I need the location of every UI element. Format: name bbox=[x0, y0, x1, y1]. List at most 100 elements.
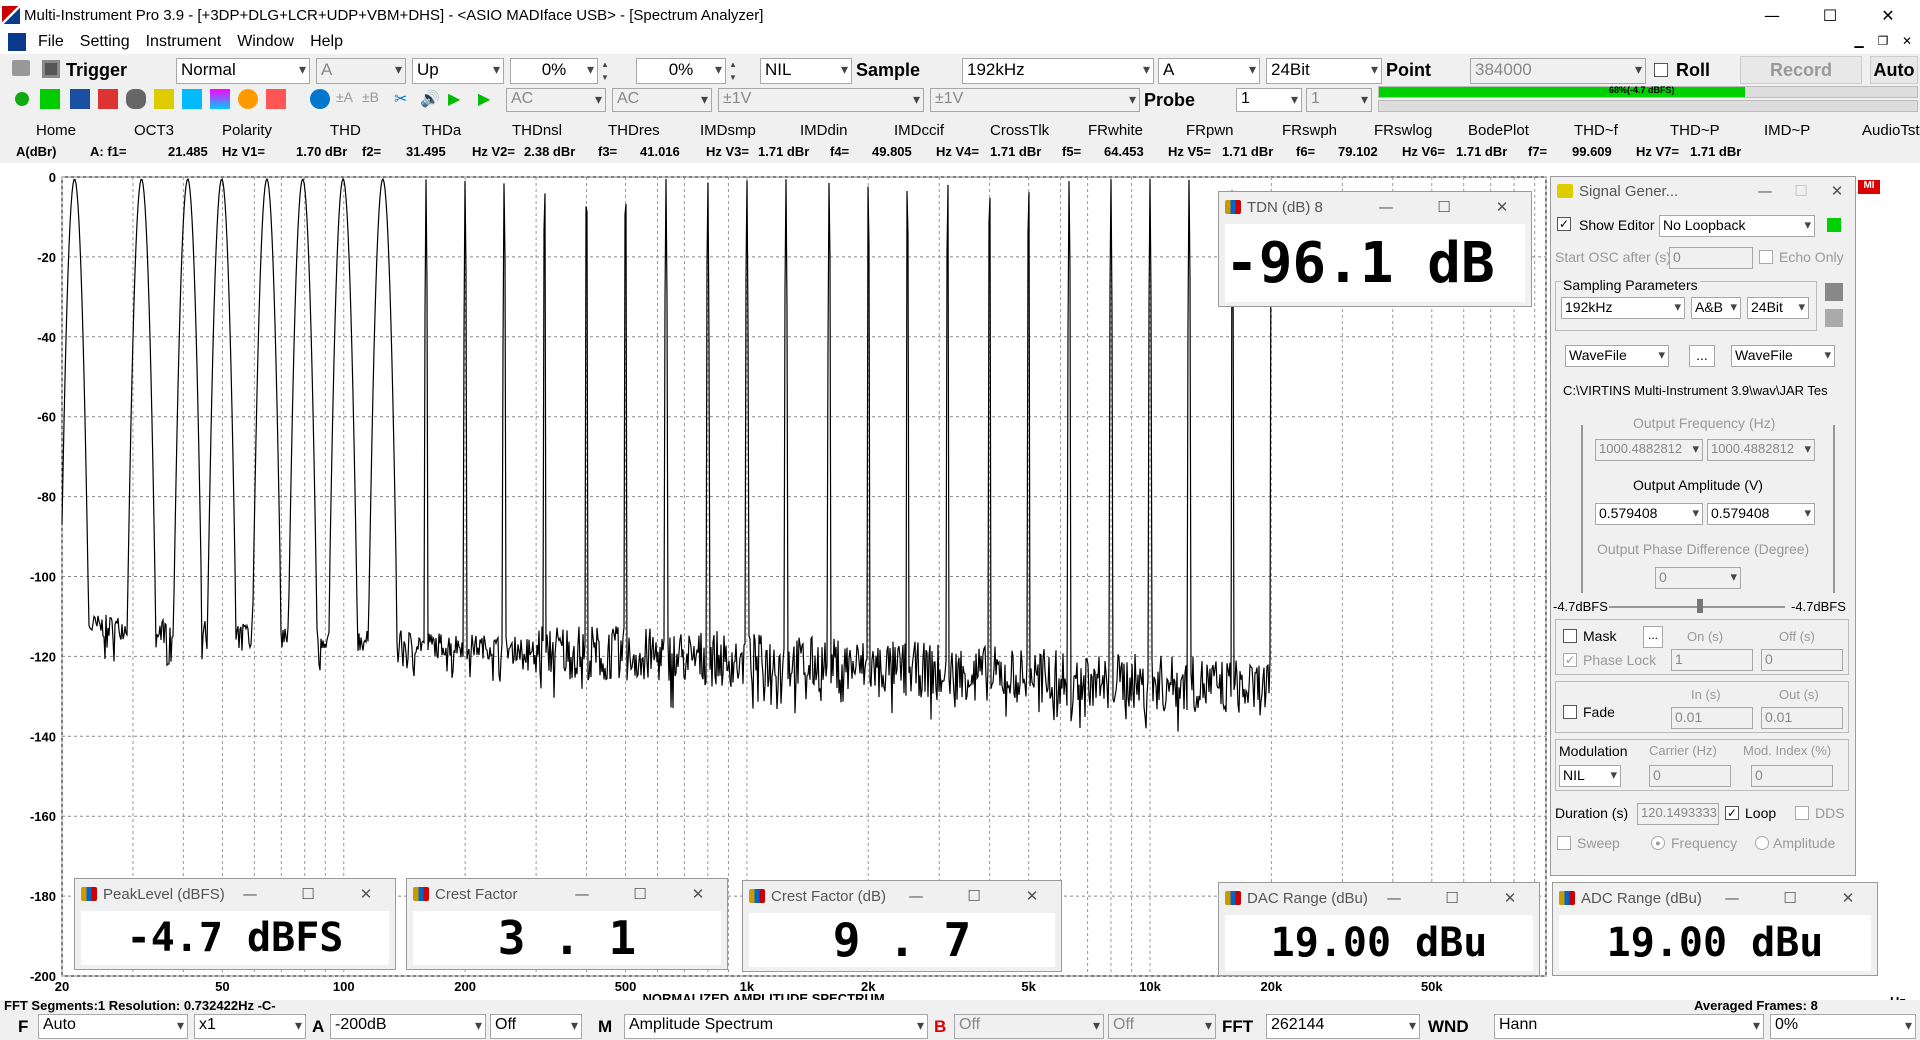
tab-imdccif[interactable]: IMDccif bbox=[894, 122, 944, 139]
menu-window[interactable]: Window bbox=[229, 33, 302, 51]
maximize-icon[interactable]: ☐ bbox=[945, 881, 1003, 911]
frequency-a-input[interactable]: 1000.4882812 bbox=[1595, 439, 1703, 461]
minimize-button[interactable]: — bbox=[1744, 0, 1800, 30]
mdi-doc-icon[interactable] bbox=[8, 33, 26, 51]
start-osc-input[interactable]: 0 bbox=[1669, 247, 1753, 269]
close-icon[interactable]: ✕ bbox=[1819, 177, 1855, 205]
sweep-checkbox[interactable] bbox=[1557, 836, 1571, 850]
phase-lock-checkbox[interactable]: ✓ bbox=[1563, 653, 1577, 667]
close-icon[interactable]: ✕ bbox=[1481, 883, 1539, 913]
record-button[interactable]: Record bbox=[1740, 56, 1862, 84]
maximize-icon[interactable]: ☐ bbox=[1415, 192, 1473, 222]
off-seconds-input[interactable]: 0 bbox=[1761, 649, 1843, 671]
signal-generator-icon[interactable] bbox=[182, 89, 202, 109]
generator-status-icon[interactable] bbox=[1827, 218, 1841, 232]
modulation-select[interactable]: NIL bbox=[1559, 765, 1621, 787]
tab-frwhite[interactable]: FRwhite bbox=[1088, 122, 1143, 139]
frequency-b-input[interactable]: 1000.4882812 bbox=[1707, 439, 1815, 461]
tab-imdsmp[interactable]: IMDsmp bbox=[700, 122, 756, 139]
tab-oct3[interactable]: OCT3 bbox=[134, 122, 174, 139]
data-logger-icon[interactable] bbox=[238, 89, 258, 109]
tab-thd[interactable]: THD bbox=[330, 122, 361, 139]
echo-only-checkbox[interactable] bbox=[1759, 250, 1773, 264]
probe-tool-icon[interactable]: ✂ bbox=[394, 89, 414, 109]
level-spinner[interactable]: ▲ ▼ bbox=[598, 58, 612, 84]
amplitude-radio[interactable] bbox=[1755, 836, 1769, 850]
close-icon[interactable]: ✕ bbox=[1819, 883, 1877, 913]
points-select[interactable]: 384000 bbox=[1470, 58, 1646, 84]
roll-checkbox[interactable] bbox=[1654, 63, 1668, 77]
mask-settings-button[interactable]: ... bbox=[1643, 626, 1663, 648]
gen-bits-select[interactable]: 24Bit bbox=[1747, 297, 1809, 319]
start-icon[interactable] bbox=[15, 92, 29, 106]
speaker-icon[interactable]: 🔊 bbox=[420, 89, 440, 109]
show-editor-checkbox[interactable]: ✓ bbox=[1557, 217, 1571, 231]
on-seconds-input[interactable]: 1 bbox=[1671, 649, 1753, 671]
left-channel-slider[interactable] bbox=[1581, 425, 1583, 593]
probe-a-select[interactable]: 1 bbox=[1236, 88, 1302, 112]
mdi-restore-icon[interactable]: ❐ bbox=[1872, 32, 1894, 50]
crest-factor-db-panel[interactable]: Crest Factor (dB) — ☐ ✕ 9 . 7 bbox=[742, 880, 1062, 972]
close-button[interactable]: ✕ bbox=[1860, 0, 1916, 30]
tab-polarity[interactable]: Polarity bbox=[222, 122, 272, 139]
bit-depth-select[interactable]: 24Bit bbox=[1266, 58, 1382, 84]
minimize-icon[interactable]: — bbox=[1357, 192, 1415, 222]
save-settings-icon[interactable] bbox=[1825, 283, 1843, 301]
spectrum-mode-select[interactable]: Amplitude Spectrum bbox=[624, 1014, 928, 1039]
trigger-level-input[interactable]: 0% bbox=[510, 58, 598, 84]
minimize-icon[interactable]: — bbox=[1747, 177, 1783, 205]
right-channel-slider[interactable] bbox=[1833, 425, 1835, 593]
trigger-mode-select[interactable]: Normal bbox=[176, 58, 310, 84]
tab-thd-p[interactable]: THD~P bbox=[1670, 122, 1720, 139]
menu-help[interactable]: Help bbox=[302, 33, 351, 51]
tab-imd-p[interactable]: IMD~P bbox=[1764, 122, 1810, 139]
save-icon[interactable] bbox=[42, 60, 60, 78]
gen-channel-select[interactable]: A&B bbox=[1691, 297, 1741, 319]
trigger-delay-input[interactable]: 0% bbox=[636, 58, 726, 84]
mdi-minimize-icon[interactable]: ▁ bbox=[1848, 32, 1870, 50]
play-loop-icon[interactable]: ▶ bbox=[478, 89, 498, 109]
maximize-icon[interactable]: ☐ bbox=[279, 879, 337, 909]
b-range-select[interactable]: Off bbox=[954, 1014, 1104, 1039]
crest-factor-panel[interactable]: Crest Factor — ☐ ✕ 3 . 1 bbox=[406, 878, 728, 970]
delay-spinner[interactable]: ▲ ▼ bbox=[726, 58, 740, 84]
peak-level-panel[interactable]: PeakLevel (dBFS) — ☐ ✕ -4.7 dBFS bbox=[74, 878, 396, 970]
calibration-icon[interactable] bbox=[310, 89, 330, 109]
phase-input[interactable]: 0 bbox=[1655, 567, 1741, 589]
frequency-radio[interactable]: ● bbox=[1651, 836, 1665, 850]
gen-rate-select[interactable]: 192kHz bbox=[1561, 297, 1685, 319]
range-a-select[interactable]: ±1V bbox=[718, 88, 924, 112]
window-function-select[interactable]: Hann bbox=[1494, 1014, 1764, 1039]
dac-range-panel[interactable]: DAC Range (dBu) — ☐ ✕ 19.00 dBu bbox=[1218, 882, 1540, 976]
minimize-icon[interactable]: — bbox=[1703, 883, 1761, 913]
browse-button[interactable]: ... bbox=[1689, 345, 1715, 367]
tab-thdnsl[interactable]: THDnsl bbox=[512, 122, 562, 139]
tab-thda[interactable]: THDa bbox=[422, 122, 461, 139]
multimeter-icon[interactable] bbox=[98, 89, 118, 109]
auto-button[interactable]: Auto bbox=[1870, 56, 1918, 84]
menu-setting[interactable]: Setting bbox=[72, 33, 138, 51]
mod-index-input[interactable]: 0 bbox=[1751, 765, 1833, 787]
dds-checkbox[interactable] bbox=[1795, 806, 1809, 820]
tab-bodeplot[interactable]: BodePlot bbox=[1468, 122, 1529, 139]
adc-range-panel[interactable]: ADC Range (dBu) — ☐ ✕ 19.00 dBu bbox=[1552, 882, 1878, 976]
sample-channel-select[interactable]: A bbox=[1158, 58, 1260, 84]
carrier-input[interactable]: 0 bbox=[1649, 765, 1731, 787]
minimize-icon[interactable]: — bbox=[553, 879, 611, 909]
maximize-icon[interactable]: ☐ bbox=[1783, 177, 1819, 205]
coupling-b-select[interactable]: AC bbox=[612, 88, 712, 112]
minimize-icon[interactable]: — bbox=[887, 881, 945, 911]
duration-input[interactable]: 120.1493333 bbox=[1637, 803, 1719, 825]
cursor-a-icon[interactable]: ±A bbox=[336, 89, 356, 109]
tab-frswlog[interactable]: FRswlog bbox=[1374, 122, 1432, 139]
loopback-select[interactable]: No Loopback bbox=[1659, 215, 1815, 237]
maximize-icon[interactable]: ☐ bbox=[611, 879, 669, 909]
zoom-multiplier-select[interactable]: x1 bbox=[194, 1014, 306, 1039]
menu-instrument[interactable]: Instrument bbox=[138, 33, 230, 51]
spectrum-analyzer-icon[interactable] bbox=[70, 89, 90, 109]
tab-thdres[interactable]: THDres bbox=[608, 122, 660, 139]
tab-thd-f[interactable]: THD~f bbox=[1574, 122, 1618, 139]
device-test-plan-icon[interactable] bbox=[266, 89, 286, 109]
maximize-icon[interactable]: ☐ bbox=[1761, 883, 1819, 913]
fade-in-input[interactable]: 0.01 bbox=[1671, 707, 1753, 729]
